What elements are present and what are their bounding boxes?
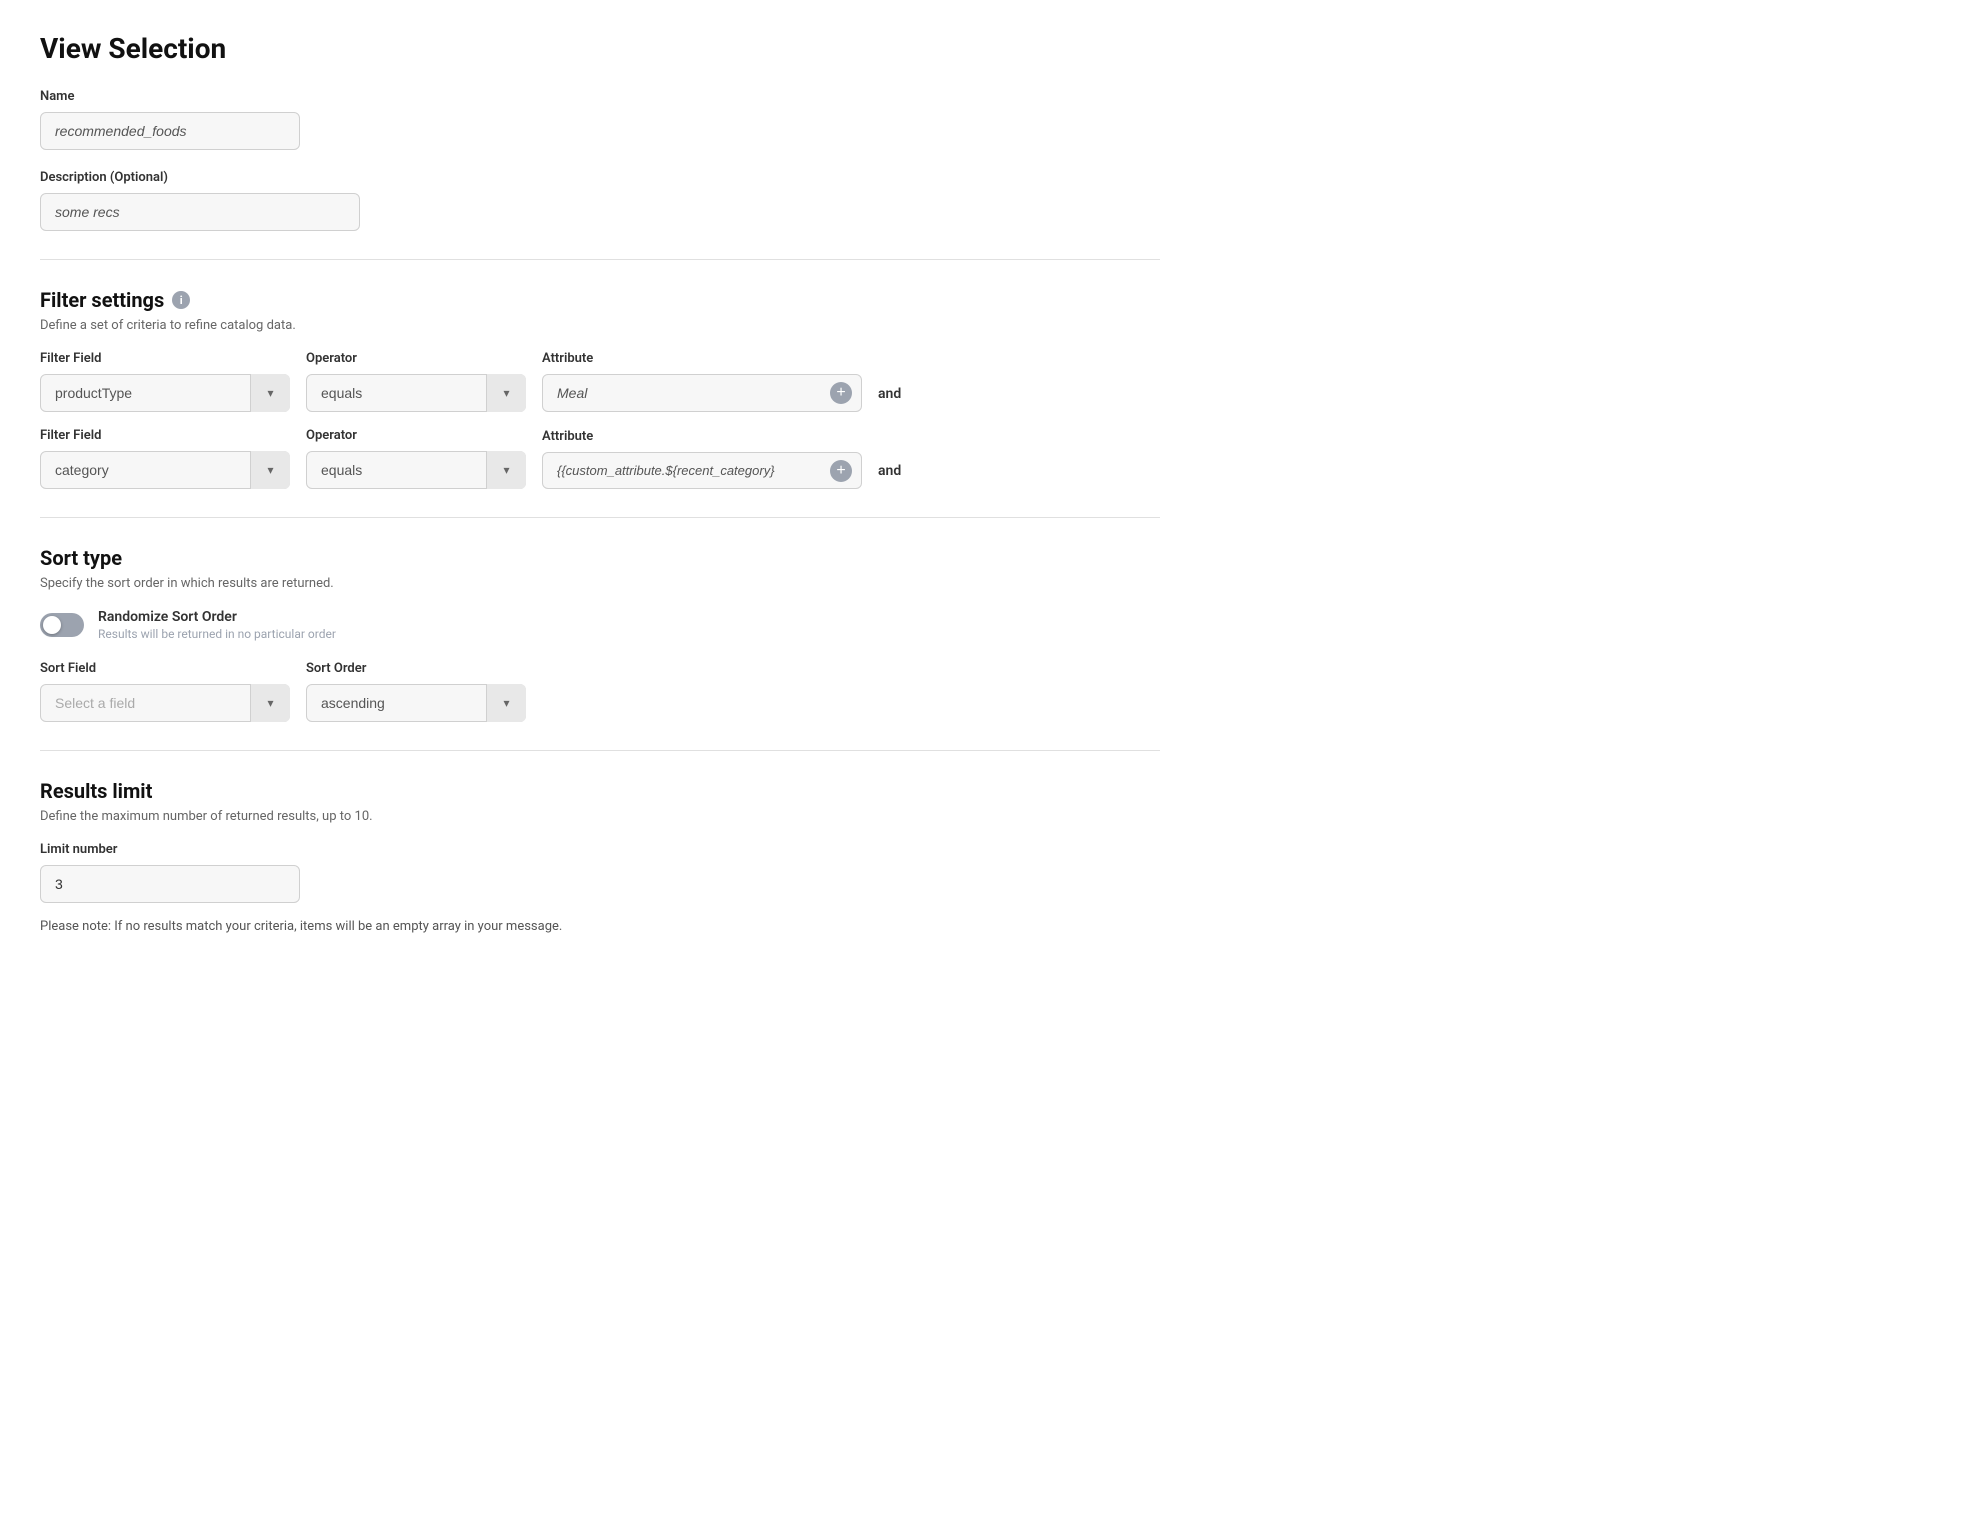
filter-field-select-2[interactable]: category: [40, 451, 290, 489]
sort-order-group: Sort Order ascending ▾: [306, 661, 526, 722]
operator-select-2[interactable]: equals: [306, 451, 526, 489]
attribute-group-2: Attribute +: [542, 429, 862, 489]
limit-number-input[interactable]: [40, 865, 300, 903]
toggle-row: Randomize Sort Order Results will be ret…: [40, 609, 1160, 641]
description-section: Description (Optional): [40, 170, 1160, 231]
operator-select-wrapper-2: equals ▾: [306, 451, 526, 489]
and-label-1: and: [878, 386, 901, 412]
filter-field-group-2: Filter Field category ▾: [40, 428, 290, 489]
attribute-add-btn-1[interactable]: +: [830, 382, 852, 404]
divider-3: [40, 750, 1160, 751]
results-limit-section: Results limit Define the maximum number …: [40, 779, 1160, 934]
filter-settings-desc: Define a set of criteria to refine catal…: [40, 318, 1160, 333]
filter-settings-section: Filter settings i Define a set of criter…: [40, 288, 1160, 489]
attribute-input-2[interactable]: [542, 452, 862, 489]
results-limit-title: Results limit: [40, 779, 1160, 803]
attribute-add-btn-2[interactable]: +: [830, 460, 852, 482]
description-input[interactable]: [40, 193, 360, 231]
toggle-text: Randomize Sort Order Results will be ret…: [98, 609, 336, 641]
sort-order-select[interactable]: ascending: [306, 684, 526, 722]
operator-label-2: Operator: [306, 428, 526, 443]
randomize-toggle[interactable]: [40, 613, 84, 637]
sort-order-select-wrapper: ascending ▾: [306, 684, 526, 722]
sort-field-group: Sort Field Select a field ▾: [40, 661, 290, 722]
filter-field-group-1: Filter Field productType ▾: [40, 351, 290, 412]
results-limit-desc: Define the maximum number of returned re…: [40, 809, 1160, 824]
toggle-subtitle: Results will be returned in no particula…: [98, 627, 336, 641]
sort-field-label: Sort Field: [40, 661, 290, 676]
name-label: Name: [40, 89, 1160, 104]
page-title: View Selection: [40, 32, 1160, 65]
sort-field-select-wrapper: Select a field ▾: [40, 684, 290, 722]
attribute-input-1[interactable]: [542, 374, 862, 412]
operator-select-wrapper-1: equals ▾: [306, 374, 526, 412]
filter-info-icon[interactable]: i: [172, 291, 190, 309]
toggle-thumb: [43, 616, 61, 634]
sort-type-section: Sort type Specify the sort order in whic…: [40, 546, 1160, 722]
and-label-2: and: [878, 463, 901, 489]
filter-field-select-wrapper-2: category ▾: [40, 451, 290, 489]
attribute-group-1: Attribute +: [542, 351, 862, 412]
results-note: Please note: If no results match your cr…: [40, 919, 1160, 934]
sort-order-label: Sort Order: [306, 661, 526, 676]
filter-row-2: Filter Field category ▾ Operator equals …: [40, 428, 1160, 489]
attribute-wrapper-2: +: [542, 452, 862, 489]
sort-row: Sort Field Select a field ▾ Sort Order a…: [40, 661, 1160, 722]
operator-select-1[interactable]: equals: [306, 374, 526, 412]
operator-label-1: Operator: [306, 351, 526, 366]
attribute-wrapper-1: +: [542, 374, 862, 412]
sort-type-desc: Specify the sort order in which results …: [40, 576, 1160, 591]
filter-row-1: Filter Field productType ▾ Operator equa…: [40, 351, 1160, 412]
attribute-label-1: Attribute: [542, 351, 862, 366]
name-input[interactable]: [40, 112, 300, 150]
filter-settings-title: Filter settings i: [40, 288, 1160, 312]
divider: [40, 259, 1160, 260]
filter-field-select-1[interactable]: productType: [40, 374, 290, 412]
name-section: Name: [40, 89, 1160, 150]
operator-group-2: Operator equals ▾: [306, 428, 526, 489]
description-label: Description (Optional): [40, 170, 1160, 185]
attribute-label-2: Attribute: [542, 429, 862, 444]
operator-group-1: Operator equals ▾: [306, 351, 526, 412]
sort-type-title: Sort type: [40, 546, 1160, 570]
divider-2: [40, 517, 1160, 518]
toggle-title: Randomize Sort Order: [98, 609, 336, 625]
filter-field-label-1: Filter Field: [40, 351, 290, 366]
filter-field-label-2: Filter Field: [40, 428, 290, 443]
limit-number-label: Limit number: [40, 842, 1160, 857]
filter-field-select-wrapper-1: productType ▾: [40, 374, 290, 412]
sort-field-select[interactable]: Select a field: [40, 684, 290, 722]
